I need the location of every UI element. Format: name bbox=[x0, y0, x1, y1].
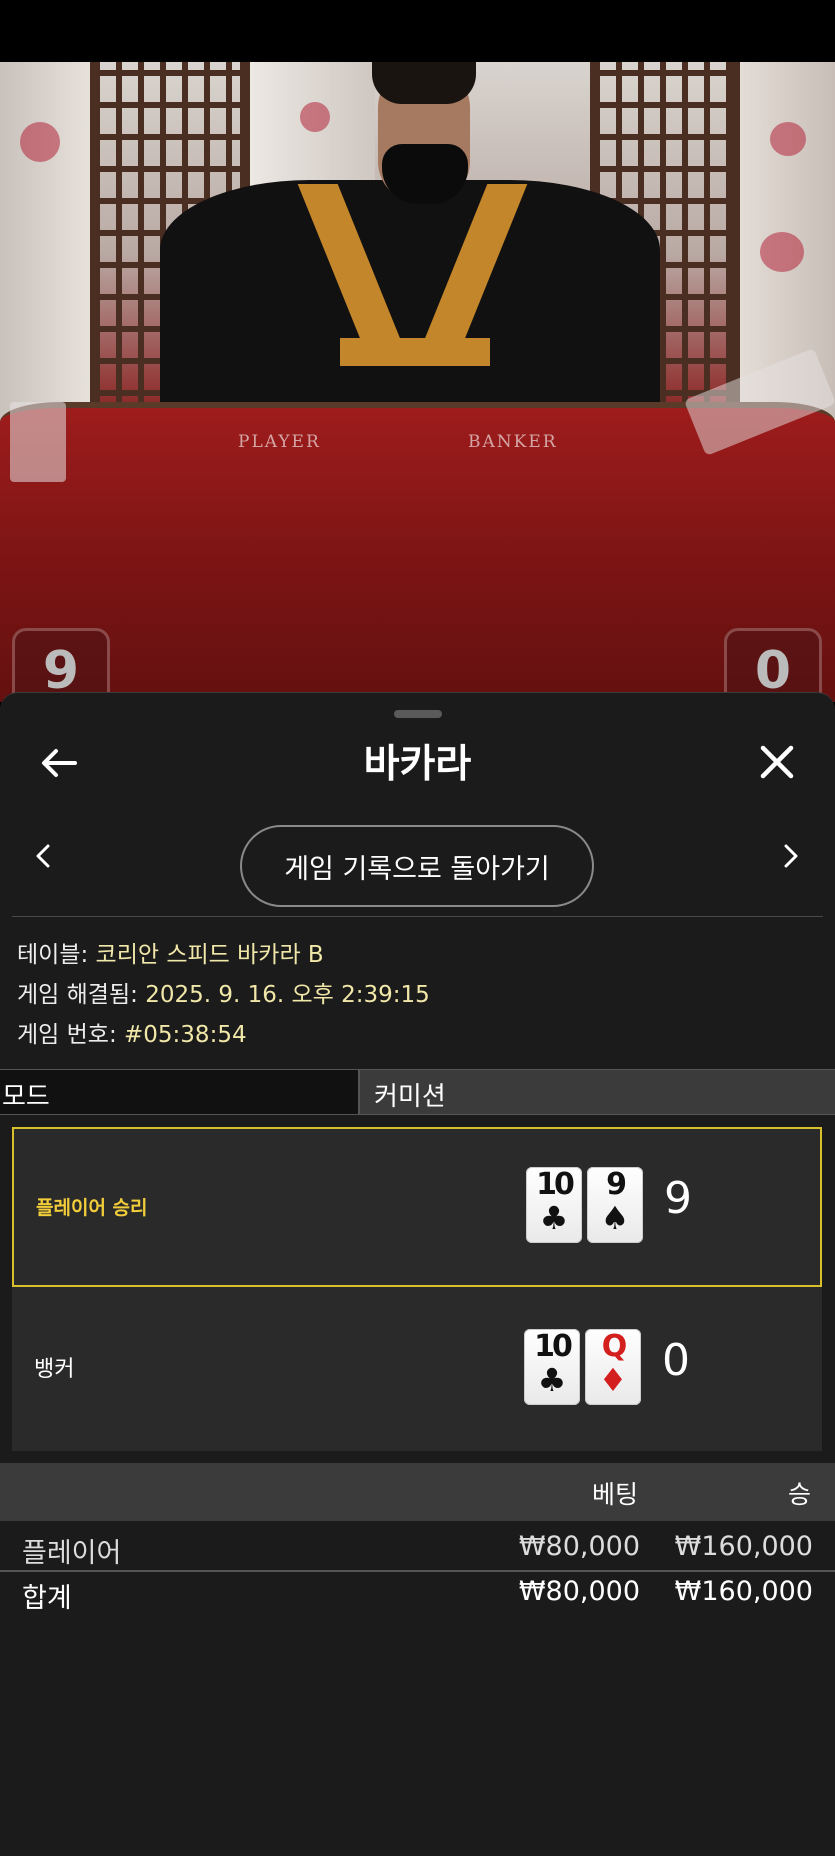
status-bar bbox=[0, 0, 835, 62]
table-label-player: PLAYER bbox=[238, 432, 321, 452]
bet-name: 플레이어 bbox=[22, 1538, 122, 1569]
win-column-header: 승 bbox=[788, 1480, 812, 1509]
chevron-right-icon bbox=[784, 844, 798, 868]
result-panel: 플레이어 승리 10 ♣ 9 ♠ 9 뱅커 10 ♣ Q ♦ 0 bbox=[12, 1127, 822, 1451]
card-rank: 10 bbox=[536, 1167, 575, 1202]
info-table-value: 코리안 스피드 바카라 B bbox=[95, 942, 324, 968]
playing-card: 10 ♣ bbox=[524, 1329, 580, 1405]
card-rank: 9 bbox=[606, 1167, 627, 1202]
table-row: 플레이어 ₩80,000 ₩160,000 bbox=[0, 1527, 835, 1569]
playing-card: Q ♦ bbox=[585, 1329, 641, 1405]
player-result-label: 플레이어 승리 bbox=[36, 1197, 148, 1219]
club-suit-icon: ♣ bbox=[539, 1199, 569, 1237]
bet-amount: ₩80,000 bbox=[518, 1531, 640, 1562]
close-icon bbox=[760, 745, 794, 779]
info-game-number-value: #05:38:54 bbox=[124, 1022, 247, 1048]
banker-score: 0 bbox=[662, 1335, 690, 1386]
info-table: 테이블: 코리안 스피드 바카라 B bbox=[17, 935, 324, 969]
blossom-decoration bbox=[300, 102, 330, 132]
info-resolved: 게임 해결됨: 2025. 9. 16. 오후 2:39:15 bbox=[17, 975, 430, 1009]
mode-label: 모드 bbox=[0, 1070, 360, 1114]
mode-row: 모드 커미션 bbox=[0, 1069, 835, 1115]
playing-card: 10 ♣ bbox=[526, 1167, 582, 1243]
card-rank: 10 bbox=[534, 1329, 573, 1364]
table-label-banker: BANKER bbox=[468, 432, 558, 452]
card-rank: Q bbox=[601, 1329, 628, 1364]
info-resolved-label: 게임 해결됨: bbox=[17, 982, 138, 1008]
commission-label: 커미션 bbox=[360, 1070, 835, 1114]
banker-result-row: 뱅커 10 ♣ Q ♦ 0 bbox=[12, 1291, 822, 1451]
live-video-feed: PLAYER BANKER bbox=[0, 62, 835, 702]
back-to-history-button[interactable]: 게임 기록으로 돌아가기 bbox=[240, 825, 594, 907]
blossom-decoration bbox=[770, 122, 806, 156]
club-suit-icon: ♣ bbox=[537, 1361, 567, 1399]
video-backdrop-panel bbox=[0, 62, 90, 422]
win-amount: ₩160,000 bbox=[674, 1531, 813, 1562]
total-label: 합계 bbox=[22, 1583, 72, 1614]
total-win-amount: ₩160,000 bbox=[674, 1576, 813, 1607]
playing-card: 9 ♠ bbox=[587, 1167, 643, 1243]
dealer-mask bbox=[382, 144, 468, 204]
spade-suit-icon: ♠ bbox=[600, 1199, 630, 1237]
blossom-decoration bbox=[760, 232, 804, 272]
divider bbox=[12, 916, 823, 917]
next-game-button[interactable] bbox=[774, 831, 808, 881]
banker-result-label: 뱅커 bbox=[34, 1357, 75, 1382]
dealer-hair bbox=[372, 62, 476, 104]
player-score: 9 bbox=[664, 1173, 692, 1224]
total-row: 합계 ₩80,000 ₩160,000 bbox=[0, 1570, 835, 1614]
info-game-number-label: 게임 번호: bbox=[17, 1022, 117, 1048]
sheet-title: 바카라 bbox=[363, 742, 472, 787]
dealer bbox=[160, 180, 660, 410]
blossom-decoration bbox=[20, 122, 60, 162]
drag-handle[interactable] bbox=[394, 710, 442, 718]
total-bet-amount: ₩80,000 bbox=[518, 1576, 640, 1607]
info-table-label: 테이블: bbox=[17, 942, 89, 968]
close-button[interactable] bbox=[752, 737, 802, 787]
info-game-number: 게임 번호: #05:38:54 bbox=[17, 1015, 247, 1049]
bets-table-header: 베팅 승 bbox=[0, 1463, 835, 1521]
diamond-suit-icon: ♦ bbox=[598, 1361, 628, 1399]
game-detail-sheet: 바카라 게임 기록으로 돌아가기 테이블: 코리안 스피드 바카라 B 게임 해… bbox=[0, 692, 835, 1856]
info-resolved-value: 2025. 9. 16. 오후 2:39:15 bbox=[145, 982, 430, 1008]
dealer-belt bbox=[340, 338, 490, 366]
previous-game-button[interactable] bbox=[26, 831, 60, 881]
card-stack bbox=[10, 402, 66, 482]
player-result-row: 플레이어 승리 10 ♣ 9 ♠ 9 bbox=[12, 1127, 822, 1287]
bet-column-header: 베팅 bbox=[592, 1480, 639, 1509]
chevron-left-icon bbox=[36, 844, 50, 868]
